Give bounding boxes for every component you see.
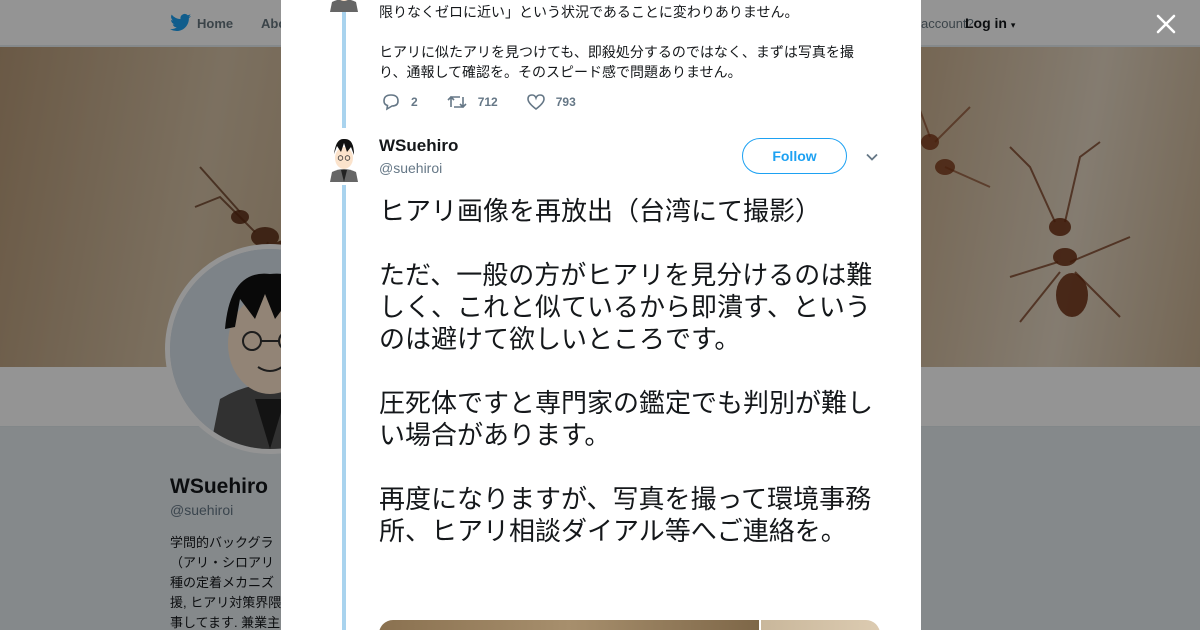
tweet-text: ヒアリ画像を再放出（台湾にて撮影） ただ、一般の方がヒアリを見分けるのは難しく、… — [379, 196, 884, 580]
retweet-icon — [447, 95, 467, 109]
reply-button[interactable]: 2 — [381, 93, 418, 111]
tweet-photo[interactable] — [379, 620, 759, 630]
previous-tweet-text-line: ヒアリに似たアリを見つけても、即殺処分するのではなく、まずは写真を撮 — [379, 44, 854, 60]
author-name[interactable]: WSuehiro — [379, 136, 458, 156]
follow-button[interactable]: Follow — [742, 138, 847, 174]
like-button[interactable]: 793 — [526, 93, 576, 111]
close-icon[interactable] — [1154, 12, 1178, 36]
tweet-paragraph: 圧死体ですと専門家の鑑定でも判別が難しい場合があります。 — [379, 389, 874, 451]
author-avatar[interactable] — [328, 134, 360, 182]
previous-tweet-actions: 2 712 793 — [381, 92, 604, 112]
previous-tweet-avatar[interactable] — [328, 0, 360, 12]
previous-tweet-text-line: 限りなくゼロに近い」という状況であることに変わりありません。 — [379, 4, 799, 20]
previous-tweet-text-line: り、通報して確認を。そのスピード感で問題ありません。 — [379, 64, 742, 80]
tweet-permalink-modal: 限りなくゼロに近い」という状況であることに変わりありません。 ヒアリに似たアリを… — [281, 0, 921, 630]
tweet-paragraph: 再度になりますが、写真を撮って環境事務所、ヒアリ相談ダイアル等へご連絡を。 — [379, 485, 872, 547]
retweet-button[interactable]: 712 — [446, 93, 498, 111]
thread-connector — [342, 12, 346, 128]
chevron-down-icon[interactable] — [865, 150, 879, 164]
tweet-paragraph: ただ、一般の方がヒアリを見分けるのは難しく、これと似ているから即潰す、というのは… — [379, 261, 873, 355]
retweet-count: 712 — [477, 95, 498, 109]
reply-count: 2 — [411, 95, 418, 109]
tweet-photo[interactable] — [761, 620, 880, 630]
tweet-paragraph: ヒアリ画像を再放出（台湾にて撮影） — [379, 197, 822, 227]
reply-icon — [383, 94, 399, 111]
thread-connector — [342, 185, 346, 630]
author-handle[interactable]: @suehiroi — [379, 160, 442, 176]
heart-icon — [526, 94, 545, 111]
tweet-media-grid[interactable] — [379, 620, 880, 630]
like-count: 793 — [555, 95, 576, 109]
